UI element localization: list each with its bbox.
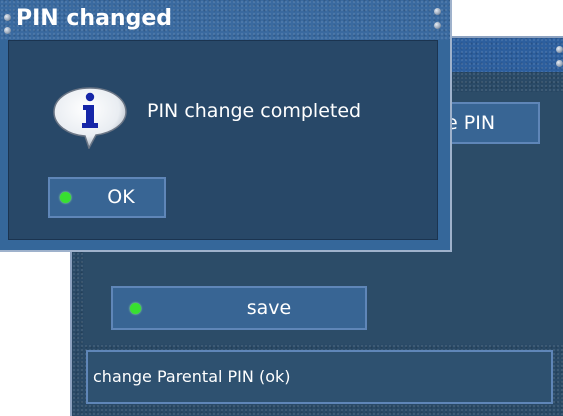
green-indicator-icon [130,303,141,314]
save-button[interactable]: save [111,286,367,330]
dialog-titlebar: PIN changed [0,0,450,40]
screw-icon [4,14,11,21]
dialog-message: PIN change completed [147,100,362,122]
ok-button[interactable]: OK [48,177,166,218]
screw-icon [434,8,441,15]
status-bar: change Parental PIN (ok) [86,350,553,404]
ok-button-label: OK [107,186,135,208]
save-button-label: save [246,297,292,319]
screen: ge PIN save change Parental PIN (ok) PIN… [0,0,563,416]
screw-icon [556,46,563,53]
screw-icon [4,27,11,34]
info-icon [53,87,127,149]
dialog-title: PIN changed [16,6,173,31]
screw-icon [556,60,563,67]
screw-icon [434,22,441,29]
green-indicator-icon [60,192,71,203]
